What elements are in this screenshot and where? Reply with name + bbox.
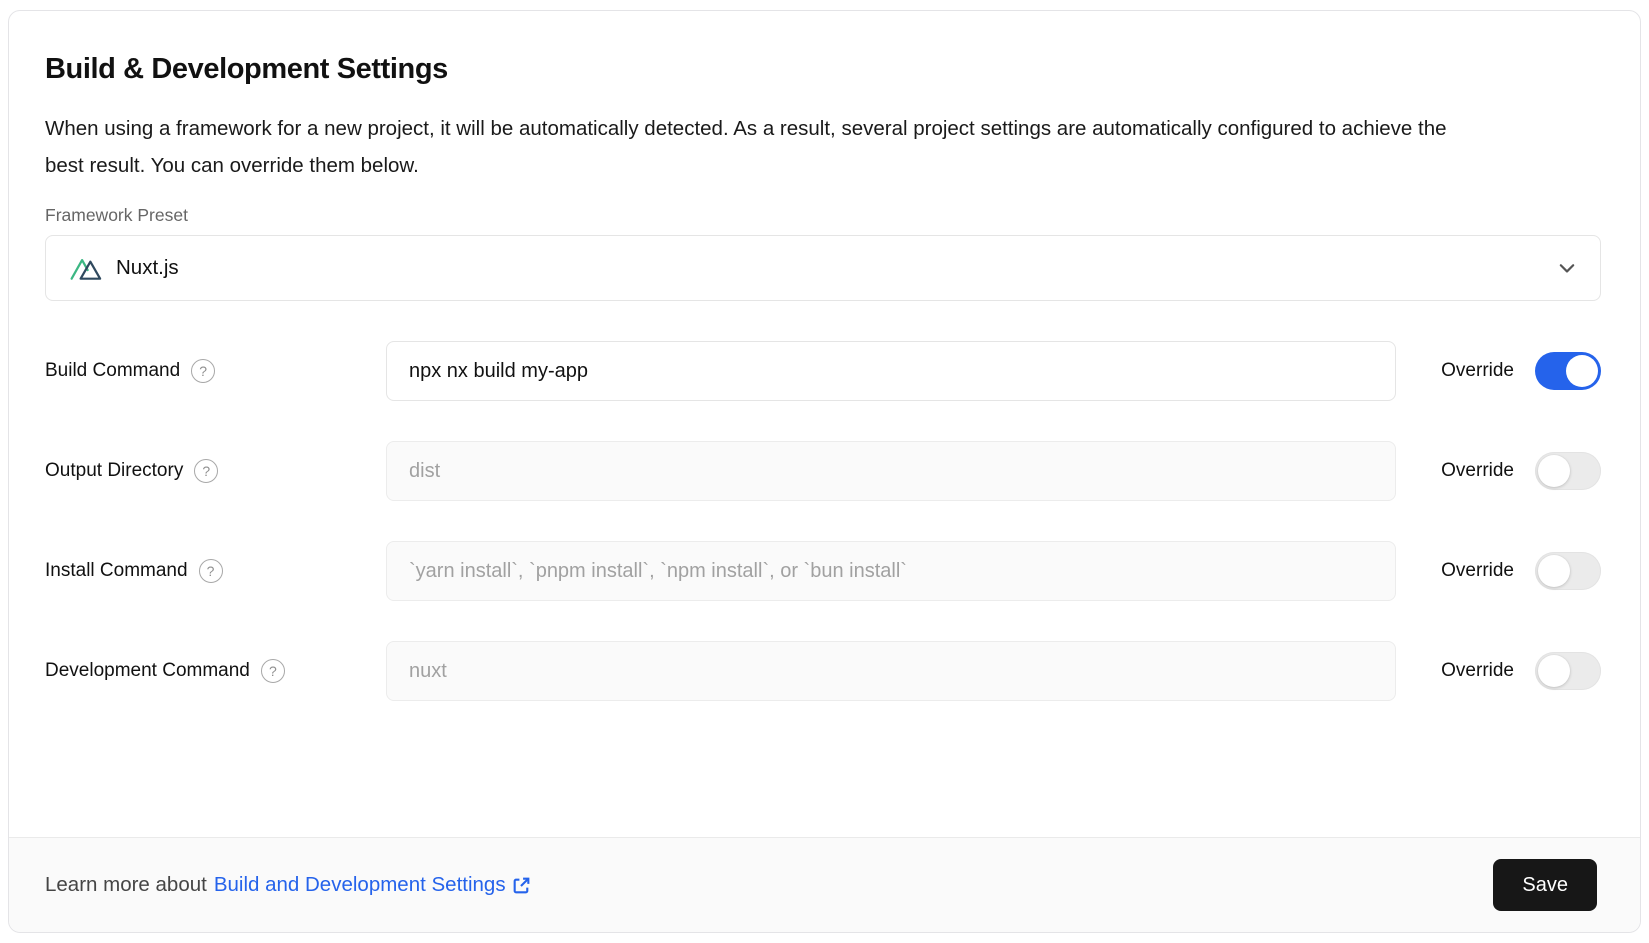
learn-more-prefix: Learn more about (45, 873, 207, 897)
development-command-row: Development Command ? Override (45, 641, 1601, 701)
output-directory-override-label: Override (1441, 460, 1514, 482)
install-command-help-icon[interactable]: ? (199, 559, 223, 583)
save-button[interactable]: Save (1493, 859, 1597, 911)
toggle-knob (1538, 655, 1570, 687)
toggle-knob (1566, 355, 1598, 387)
build-command-override-toggle[interactable] (1535, 352, 1601, 390)
development-command-help-icon[interactable]: ? (261, 659, 285, 683)
development-command-override-toggle[interactable] (1535, 652, 1601, 690)
settings-rows: Build Command ? Override Output Director… (45, 341, 1601, 701)
chevron-down-icon (1556, 257, 1578, 279)
build-command-help-icon[interactable]: ? (191, 359, 215, 383)
settings-description: When using a framework for a new project… (45, 110, 1455, 184)
framework-preset-label: Framework Preset (45, 205, 1601, 226)
card-body: Build & Development Settings When using … (9, 11, 1640, 837)
build-command-input[interactable] (386, 341, 1396, 401)
card-footer: Learn more about Build and Development S… (9, 837, 1640, 932)
toggle-knob (1538, 555, 1570, 587)
learn-more-link[interactable]: Build and Development Settings (214, 873, 532, 897)
nuxt-logo-icon (69, 255, 103, 281)
learn-more-text: Learn more about Build and Development S… (45, 873, 532, 897)
framework-preset-value: Nuxt.js (116, 256, 1556, 280)
build-command-label: Build Command (45, 360, 180, 382)
page-title: Build & Development Settings (45, 53, 1601, 86)
framework-preset-select[interactable]: Nuxt.js (45, 235, 1601, 301)
toggle-knob (1538, 455, 1570, 487)
output-directory-help-icon[interactable]: ? (194, 459, 218, 483)
output-directory-row: Output Directory ? Override (45, 441, 1601, 501)
install-command-input[interactable] (386, 541, 1396, 601)
install-command-override-label: Override (1441, 560, 1514, 582)
build-command-row: Build Command ? Override (45, 341, 1601, 401)
development-command-input[interactable] (386, 641, 1396, 701)
development-command-label: Development Command (45, 660, 250, 682)
install-command-override-toggle[interactable] (1535, 552, 1601, 590)
output-directory-label: Output Directory (45, 460, 183, 482)
install-command-row: Install Command ? Override (45, 541, 1601, 601)
output-directory-input[interactable] (386, 441, 1396, 501)
build-command-override-label: Override (1441, 360, 1514, 382)
install-command-label: Install Command (45, 560, 188, 582)
development-command-override-label: Override (1441, 660, 1514, 682)
build-dev-settings-card: Build & Development Settings When using … (8, 10, 1641, 933)
output-directory-override-toggle[interactable] (1535, 452, 1601, 490)
external-link-icon (511, 875, 532, 896)
